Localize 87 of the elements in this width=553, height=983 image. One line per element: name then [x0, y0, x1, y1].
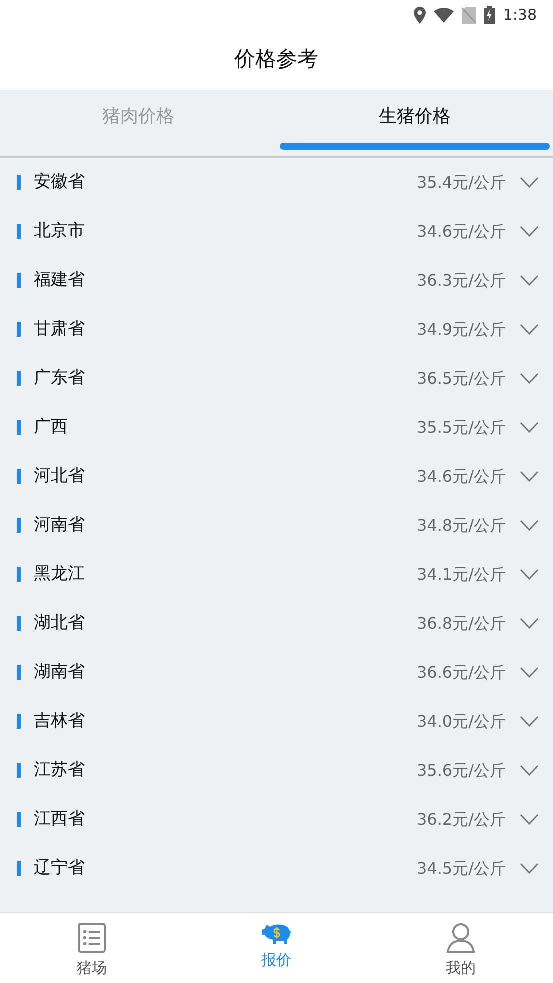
chevron-down-icon[interactable]	[520, 226, 539, 237]
province-name: 广东省	[34, 366, 86, 390]
price-value: 34.9元/公斤	[416, 318, 506, 340]
no-sim-icon	[462, 6, 476, 24]
province-name: 甘肃省	[34, 318, 86, 341]
chevron-down-icon[interactable]	[520, 716, 539, 727]
chevron-down-icon[interactable]	[520, 275, 539, 286]
page-title: 价格参考	[234, 46, 318, 74]
wifi-icon	[434, 8, 454, 22]
province-name: 黑龙江	[34, 562, 86, 586]
accent-bar	[17, 518, 21, 533]
province-name: 河北省	[34, 464, 86, 488]
price-value: 36.5元/公斤	[416, 368, 506, 390]
chevron-down-icon[interactable]	[520, 471, 539, 482]
price-value: 34.0元/公斤	[416, 710, 506, 732]
price-value: 35.6元/公斤	[416, 760, 506, 782]
chevron-down-icon[interactable]	[520, 814, 539, 825]
price-value: 34.1元/公斤	[416, 564, 506, 586]
price-value: 36.2元/公斤	[416, 808, 506, 830]
province-name: 江苏省	[34, 758, 86, 782]
accent-bar	[17, 616, 21, 631]
chevron-down-icon[interactable]	[520, 863, 539, 874]
price-row[interactable]: 河北省 34.6元/公斤	[0, 452, 553, 501]
province-name: 北京市	[34, 220, 86, 243]
price-row[interactable]: 湖南省 36.6元/公斤	[0, 648, 553, 697]
clock-time: 1:38	[503, 4, 537, 26]
province-name: 安徽省	[34, 170, 86, 194]
price-row[interactable]: 湖北省 36.8元/公斤	[0, 599, 553, 648]
price-row[interactable]: 黑龙江 34.1元/公斤	[0, 550, 553, 599]
accent-bar	[17, 224, 21, 239]
province-name: 福建省	[34, 268, 86, 292]
pig-icon	[260, 923, 292, 945]
price-value: 34.8元/公斤	[416, 514, 506, 536]
price-value: 34.6元/公斤	[416, 220, 506, 242]
province-name: 广西	[34, 416, 69, 439]
person-icon	[446, 923, 475, 953]
chevron-down-icon[interactable]	[520, 667, 539, 678]
accent-bar	[17, 322, 21, 337]
price-row[interactable]: 广东省 36.5元/公斤	[0, 354, 553, 403]
accent-bar	[17, 812, 21, 827]
nav-tab[interactable]: 我的	[368, 913, 553, 983]
accent-bar	[17, 763, 21, 778]
accent-bar	[17, 665, 21, 680]
chevron-down-icon[interactable]	[520, 177, 539, 188]
accent-bar	[17, 714, 21, 729]
province-name: 江西省	[34, 808, 86, 831]
price-row[interactable]: 安徽省 35.4元/公斤	[0, 158, 553, 207]
price-row[interactable]: 河南省 34.8元/公斤	[0, 501, 553, 550]
price-row[interactable]: 福建省 36.3元/公斤	[0, 256, 553, 305]
location-icon	[414, 6, 426, 24]
battery-icon	[484, 6, 496, 24]
accent-bar	[17, 861, 21, 876]
chevron-down-icon[interactable]	[520, 520, 539, 531]
tab[interactable]: 生猪价格	[276, 90, 553, 156]
province-name: 吉林省	[34, 710, 86, 733]
price-row[interactable]: 广西 35.5元/公斤	[0, 403, 553, 452]
accent-bar	[17, 469, 21, 484]
price-row[interactable]: 甘肃省 34.9元/公斤	[0, 305, 553, 354]
price-row[interactable]: 江苏省 35.6元/公斤	[0, 746, 553, 795]
accent-bar	[17, 273, 21, 288]
chevron-down-icon[interactable]	[520, 618, 539, 629]
accent-bar	[17, 175, 21, 190]
accent-bar	[17, 420, 21, 435]
price-row[interactable]: 辽宁省 34.5元/公斤	[0, 844, 553, 893]
chevron-down-icon[interactable]	[520, 324, 539, 335]
price-row[interactable]: 北京市 34.6元/公斤	[0, 207, 553, 256]
province-name: 河南省	[34, 514, 86, 537]
chevron-down-icon[interactable]	[520, 569, 539, 580]
price-value: 36.3元/公斤	[416, 270, 506, 292]
province-name: 辽宁省	[34, 856, 86, 880]
price-value: 35.4元/公斤	[416, 172, 506, 194]
chevron-down-icon[interactable]	[520, 765, 539, 776]
list-icon	[78, 923, 106, 953]
price-value: 36.8元/公斤	[416, 612, 506, 634]
price-row[interactable]: 江西省 36.2元/公斤	[0, 795, 553, 844]
province-name: 湖南省	[34, 660, 86, 684]
price-value: 34.5元/公斤	[416, 858, 506, 880]
accent-bar	[17, 567, 21, 582]
accent-bar	[17, 371, 21, 386]
nav-tab[interactable]: 猪场	[0, 913, 184, 983]
price-value: 35.5元/公斤	[416, 416, 506, 438]
chevron-down-icon[interactable]	[520, 373, 539, 384]
province-name: 湖北省	[34, 612, 86, 635]
price-row[interactable]: 吉林省 34.0元/公斤	[0, 697, 553, 746]
price-value: 36.6元/公斤	[416, 662, 506, 684]
chevron-down-icon[interactable]	[520, 422, 539, 433]
price-value: 34.6元/公斤	[416, 466, 506, 488]
